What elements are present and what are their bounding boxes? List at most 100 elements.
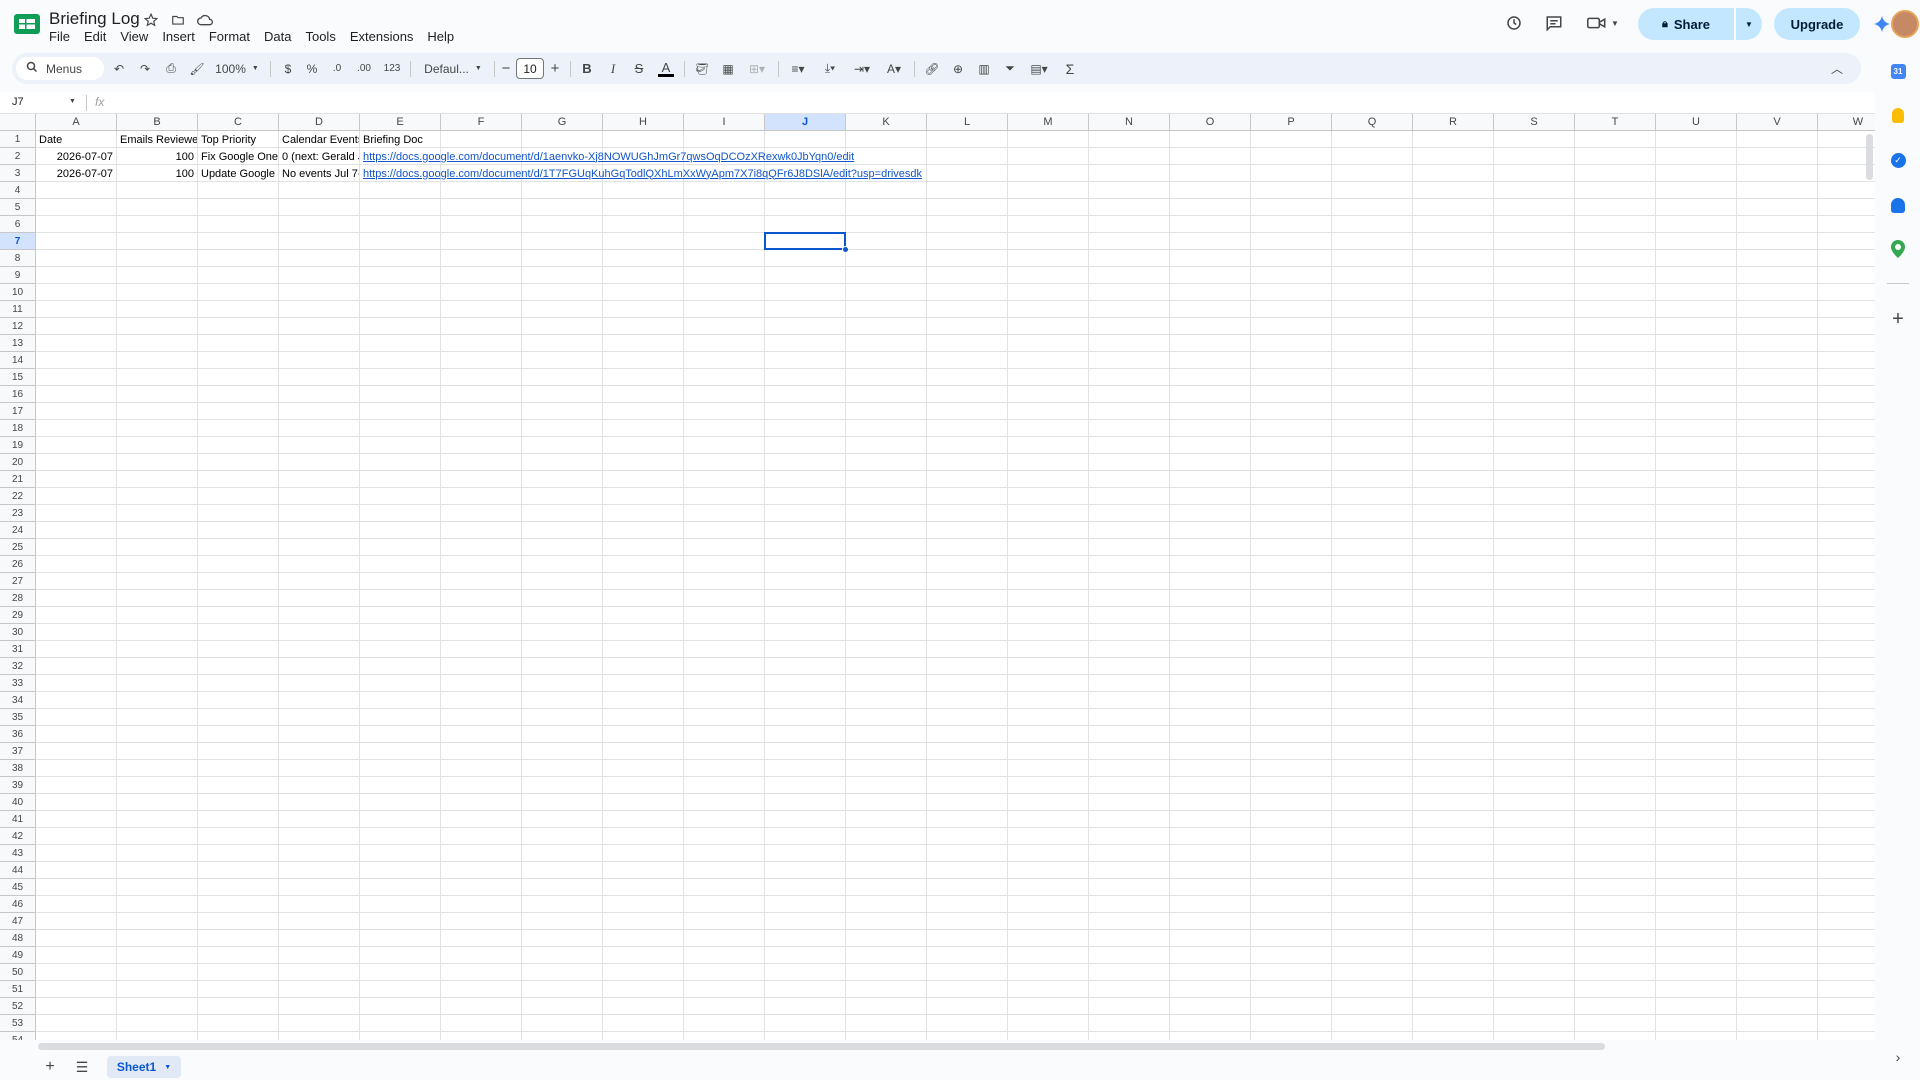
horizontal-align-icon[interactable]: ≡▾ [784, 53, 812, 84]
row-header-35[interactable]: 35 [0, 709, 36, 726]
column-header-r[interactable]: R [1413, 114, 1494, 131]
row-header-13[interactable]: 13 [0, 335, 36, 352]
insert-link-icon[interactable]: 🔗︎ [920, 53, 944, 84]
cell-top-priority-1[interactable]: Top Priority [198, 131, 278, 148]
percent-format-button[interactable]: % [302, 53, 322, 84]
upgrade-button[interactable]: Upgrade [1774, 8, 1860, 40]
column-header-n[interactable]: N [1089, 114, 1170, 131]
column-header-c[interactable]: C [198, 114, 279, 131]
column-header-d[interactable]: D [279, 114, 360, 131]
borders-icon[interactable]: ▦ [716, 53, 740, 84]
column-header-i[interactable]: I [684, 114, 765, 131]
row-header-51[interactable]: 51 [0, 981, 36, 998]
cell-emails-reviewed-3[interactable]: 100 [117, 165, 197, 182]
cell-date-1[interactable]: Date [36, 131, 116, 148]
cell-emails-reviewed-1[interactable]: Emails Reviewed [117, 131, 197, 148]
version-history-icon[interactable] [1505, 14, 1523, 32]
selected-cell-j7[interactable] [764, 232, 846, 250]
meet-icon[interactable]: ▼ [1587, 14, 1623, 32]
row-header-20[interactable]: 20 [0, 454, 36, 471]
fill-color-icon[interactable]: 🪣︎ [690, 53, 714, 84]
row-header-10[interactable]: 10 [0, 284, 36, 301]
row-header-8[interactable]: 8 [0, 250, 36, 267]
cell-briefing-doc-1[interactable]: Briefing Doc [360, 131, 846, 148]
redo-icon[interactable]: ↷ [134, 53, 156, 84]
account-avatar[interactable] [1890, 8, 1920, 40]
row-header-47[interactable]: 47 [0, 913, 36, 930]
contacts-icon[interactable] [1889, 196, 1907, 214]
expand-side-panel-icon[interactable]: › [1889, 1048, 1907, 1066]
column-header-t[interactable]: T [1575, 114, 1656, 131]
row-header-39[interactable]: 39 [0, 777, 36, 794]
menu-insert[interactable]: Insert [162, 29, 202, 44]
collapse-toolbar-icon[interactable]: ︿ [1825, 53, 1849, 84]
row-header-19[interactable]: 19 [0, 437, 36, 454]
row-header-11[interactable]: 11 [0, 301, 36, 318]
column-header-m[interactable]: M [1008, 114, 1089, 131]
decrease-font-size-button[interactable]: − [498, 53, 514, 84]
chevron-down-icon[interactable]: ▼ [69, 98, 76, 105]
name-box[interactable]: J7 [12, 96, 24, 108]
cell-calendar-events-1[interactable]: Calendar Events [279, 131, 359, 148]
row-header-41[interactable]: 41 [0, 811, 36, 828]
merge-cells-icon[interactable]: ⊞▾ [742, 53, 772, 84]
column-header-e[interactable]: E [360, 114, 441, 131]
cell-calendar-events-3[interactable]: No events Jul 7- [279, 165, 359, 182]
menu-file[interactable]: File [49, 29, 77, 44]
insert-chart-icon[interactable]: ▥ [972, 53, 996, 84]
column-header-s[interactable]: S [1494, 114, 1575, 131]
row-header-25[interactable]: 25 [0, 539, 36, 556]
cell-briefing-doc-2[interactable]: https://docs.google.com/document/d/1aenv… [360, 148, 854, 165]
filter-views-icon[interactable]: ▤▾ [1024, 53, 1054, 84]
column-header-b[interactable]: B [117, 114, 198, 131]
column-header-u[interactable]: U [1656, 114, 1737, 131]
select-all-corner[interactable] [0, 114, 36, 131]
column-header-q[interactable]: Q [1332, 114, 1413, 131]
row-header-37[interactable]: 37 [0, 743, 36, 760]
column-header-a[interactable]: A [36, 114, 117, 131]
print-icon[interactable]: ⎙ [160, 53, 182, 84]
zoom-select[interactable]: 100% ▼ [210, 53, 264, 84]
menu-help[interactable]: Help [427, 29, 461, 44]
text-wrap-icon[interactable]: ⇥▾ [848, 53, 876, 84]
row-header-24[interactable]: 24 [0, 522, 36, 539]
cell-date-3[interactable]: 2026-07-07 [36, 165, 116, 182]
all-sheets-icon[interactable]: ☰ [72, 1057, 92, 1077]
menu-tools[interactable]: Tools [305, 29, 342, 44]
menus-search-box[interactable]: Menus [16, 57, 104, 80]
row-header-45[interactable]: 45 [0, 879, 36, 896]
row-header-12[interactable]: 12 [0, 318, 36, 335]
column-header-k[interactable]: K [846, 114, 927, 131]
cell-date-2[interactable]: 2026-07-07 [36, 148, 116, 165]
row-header-7[interactable]: 7 [0, 233, 36, 250]
row-header-50[interactable]: 50 [0, 964, 36, 981]
spreadsheet-grid[interactable]: A B C D E F G H I J K L M N O P Q R S T U V W 1 2 3 4 5 6 7 8 9 10 11 12 13… [0, 114, 1875, 1040]
italic-icon[interactable]: I [602, 53, 624, 84]
text-rotation-icon[interactable]: A▾ [880, 53, 908, 84]
column-header-l[interactable]: L [927, 114, 1008, 131]
vertical-align-icon[interactable]: ⤓▾ [816, 53, 844, 84]
row-header-49[interactable]: 49 [0, 947, 36, 964]
menu-extensions[interactable]: Extensions [350, 29, 421, 44]
row-header-33[interactable]: 33 [0, 675, 36, 692]
horizontal-scrollbar[interactable] [38, 1043, 1605, 1050]
row-header-52[interactable]: 52 [0, 998, 36, 1015]
paint-format-icon[interactable]: 🖌︎ [186, 53, 208, 84]
cell-calendar-events-2[interactable]: 0 (next: Gerald J [279, 148, 359, 165]
functions-icon[interactable]: Σ [1058, 53, 1082, 84]
sheet-tab-sheet1[interactable]: Sheet1 ▼ [107, 1056, 181, 1078]
tasks-icon[interactable]: ✓ [1889, 151, 1907, 169]
row-header-3[interactable]: 3 [0, 165, 36, 182]
sheets-logo-icon[interactable] [14, 14, 40, 34]
decrease-decimal-button[interactable]: .0 [326, 53, 348, 84]
row-header-17[interactable]: 17 [0, 403, 36, 420]
row-header-16[interactable]: 16 [0, 386, 36, 403]
currency-format-button[interactable]: $ [278, 53, 298, 84]
menu-format[interactable]: Format [209, 29, 257, 44]
row-header-5[interactable]: 5 [0, 199, 36, 216]
fill-handle[interactable] [842, 246, 849, 253]
row-header-2[interactable]: 2 [0, 148, 36, 165]
keep-icon[interactable] [1889, 106, 1907, 124]
row-header-46[interactable]: 46 [0, 896, 36, 913]
maps-icon[interactable] [1889, 240, 1907, 258]
